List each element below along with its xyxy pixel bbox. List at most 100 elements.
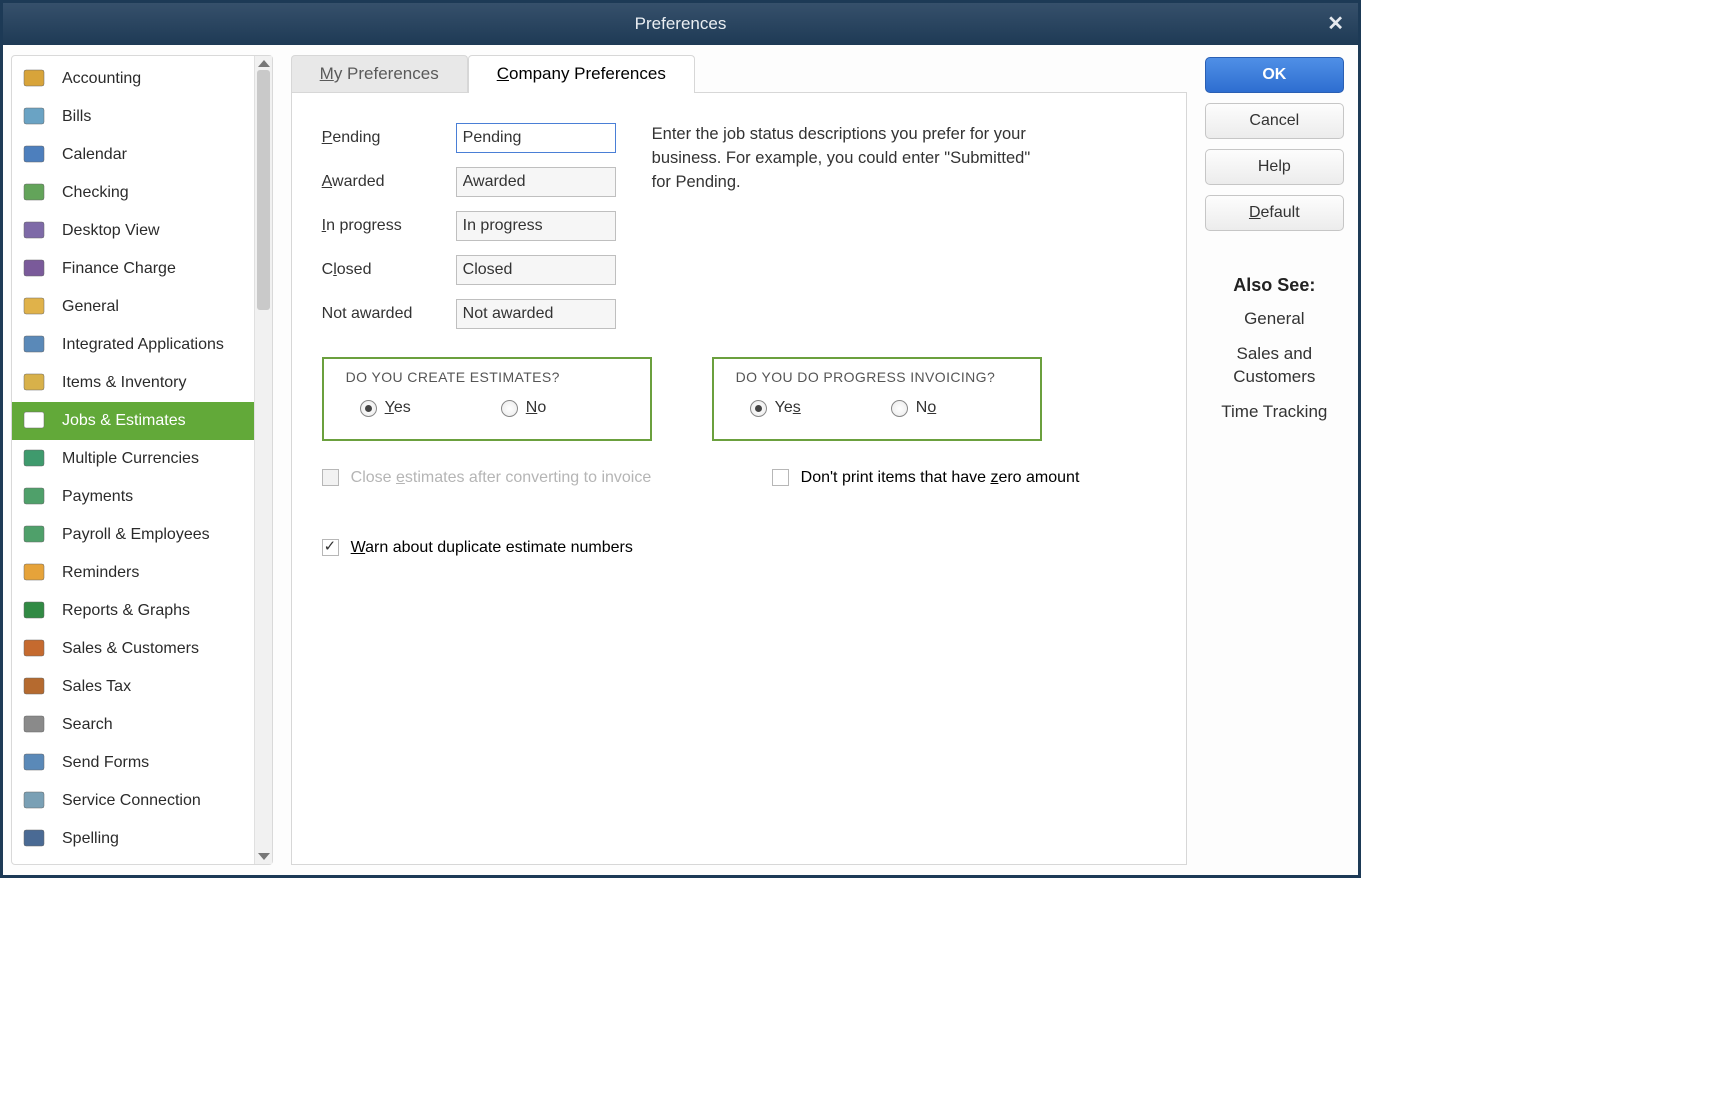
radio-estimates-yes[interactable]: Yes [360,399,411,417]
radio-icon [891,400,908,417]
ok-button[interactable]: OK [1205,57,1344,93]
input-closed[interactable] [456,255,616,285]
sidebar-item-payments[interactable]: Payments [12,478,272,516]
category-icon [22,789,48,813]
sidebar-item-label: Send Forms [62,754,149,772]
scroll-up-icon[interactable] [258,60,270,67]
input-pending[interactable] [456,123,616,153]
also-see-link-time-tracking[interactable]: Time Tracking [1205,401,1344,424]
also-see-heading: Also See: [1205,275,1344,296]
sidebar-list: Accounting Bills Calendar Checking Desktop V… [12,60,272,860]
label-awarded: Awarded [322,173,452,191]
sidebar-item-reports-graphs[interactable]: Reports & Graphs [12,592,272,630]
tab-company-preferences[interactable]: Company Preferences [468,55,695,93]
sidebar-item-label: Items & Inventory [62,374,187,392]
check-close-estimates: Close estimates after converting to invo… [322,467,662,489]
sidebar-item-jobs-estimates[interactable]: Jobs & Estimates [12,402,272,440]
sidebar-item-label: Integrated Applications [62,336,224,354]
category-icon [22,257,48,281]
radio-row-progress: Yes No [736,399,1022,417]
label-pending: Pending [322,129,452,147]
sidebar-item-service-connection[interactable]: Service Connection [12,782,272,820]
preferences-window: Preferences ✕ AccountingBillsCalendarChe… [0,0,1361,878]
category-icon [22,713,48,737]
also-see-link-general[interactable]: General [1205,308,1344,331]
sidebar-item-search[interactable]: Search [12,706,272,744]
status-helper-text: Enter the job status descriptions you pr… [652,123,1042,195]
label-inprogress: In progress [322,217,452,235]
question-estimates-title: DO YOU CREATE ESTIMATES? [346,359,632,399]
category-icon [22,599,48,623]
sidebar-item-send-forms[interactable]: Send Forms [12,744,272,782]
sidebar-item-reminders[interactable]: Reminders [12,554,272,592]
category-icon [22,67,48,91]
sidebar-item-items-inventory[interactable]: Items & Inventory [12,364,272,402]
also-see-link-sales-customers[interactable]: Sales and Customers [1205,343,1344,389]
category-icon [22,143,48,167]
tab-content: Enter the job status descriptions you pr… [291,92,1187,865]
category-icon [22,675,48,699]
sidebar-item-spelling[interactable]: Spelling [12,820,272,858]
sidebar-item-sales-tax[interactable]: Sales Tax [12,668,272,706]
checkbox-icon [322,469,339,486]
category-icon [22,485,48,509]
cancel-button[interactable]: Cancel [1205,103,1344,139]
checks-area: Close estimates after converting to invo… [322,441,1162,560]
check-warn-duplicate[interactable]: Warn about duplicate estimate numbers [322,537,662,559]
sidebar-item-label: Service Connection [62,792,201,810]
close-icon[interactable]: ✕ [1327,11,1344,36]
help-button[interactable]: Help [1205,149,1344,185]
scroll-down-icon[interactable] [258,853,270,860]
checkbox-icon [772,469,789,486]
question-progress-title: DO YOU DO PROGRESS INVOICING? [736,359,1022,399]
sidebar-scrollbar[interactable] [254,56,272,864]
radio-row-estimates: Yes No [346,399,632,417]
category-icon [22,827,48,851]
sidebar-item-integrated-applications[interactable]: Integrated Applications [12,326,272,364]
sidebar-item-label: Spelling [62,830,119,848]
category-icon [22,409,48,433]
sidebar-item-label: Accounting [62,70,141,88]
sidebar-item-label: Desktop View [62,222,160,240]
category-icon [22,447,48,471]
sidebar-item-label: Checking [62,184,129,202]
sidebar-item-sales-customers[interactable]: Sales & Customers [12,630,272,668]
category-icon [22,333,48,357]
radio-progress-yes[interactable]: Yes [750,399,801,417]
sidebar-item-desktop-view[interactable]: Desktop View [12,212,272,250]
sidebar-item-label: Search [62,716,113,734]
category-icon [22,371,48,395]
category-icon [22,561,48,585]
input-inprogress[interactable] [456,211,616,241]
label-notawarded: Not awarded [322,305,452,323]
default-button[interactable]: Default [1205,195,1344,231]
sidebar-item-label: Reminders [62,564,139,582]
sidebar-item-checking[interactable]: Checking [12,174,272,212]
sidebar-item-finance-charge[interactable]: Finance Charge [12,250,272,288]
input-notawarded[interactable] [456,299,616,329]
category-icon [22,751,48,775]
question-progress: DO YOU DO PROGRESS INVOICING? Yes No [712,357,1042,441]
label-closed: Closed [322,261,452,279]
sidebar-item-payroll-employees[interactable]: Payroll & Employees [12,516,272,554]
sidebar-item-general[interactable]: General [12,288,272,326]
questions-row: DO YOU CREATE ESTIMATES? Yes No [322,357,1162,441]
check-dont-print-zero[interactable]: Don't print items that have zero amount [772,467,1112,489]
radio-icon [360,400,377,417]
sidebar-item-bills[interactable]: Bills [12,98,272,136]
category-icon [22,295,48,319]
sidebar-item-label: Multiple Currencies [62,450,199,468]
category-icon [22,219,48,243]
sidebar-item-multiple-currencies[interactable]: Multiple Currencies [12,440,272,478]
sidebar-item-label: Jobs & Estimates [62,412,186,430]
input-awarded[interactable] [456,167,616,197]
sidebar-item-label: Reports & Graphs [62,602,190,620]
sidebar-item-label: Bills [62,108,91,126]
sidebar-item-accounting[interactable]: Accounting [12,60,272,98]
radio-progress-no[interactable]: No [891,399,936,417]
sidebar-item-calendar[interactable]: Calendar [12,136,272,174]
sidebar-item-label: Payroll & Employees [62,526,210,544]
radio-estimates-no[interactable]: No [501,399,546,417]
scroll-thumb[interactable] [257,70,270,310]
tab-my-preferences[interactable]: My Preferences [291,55,468,93]
